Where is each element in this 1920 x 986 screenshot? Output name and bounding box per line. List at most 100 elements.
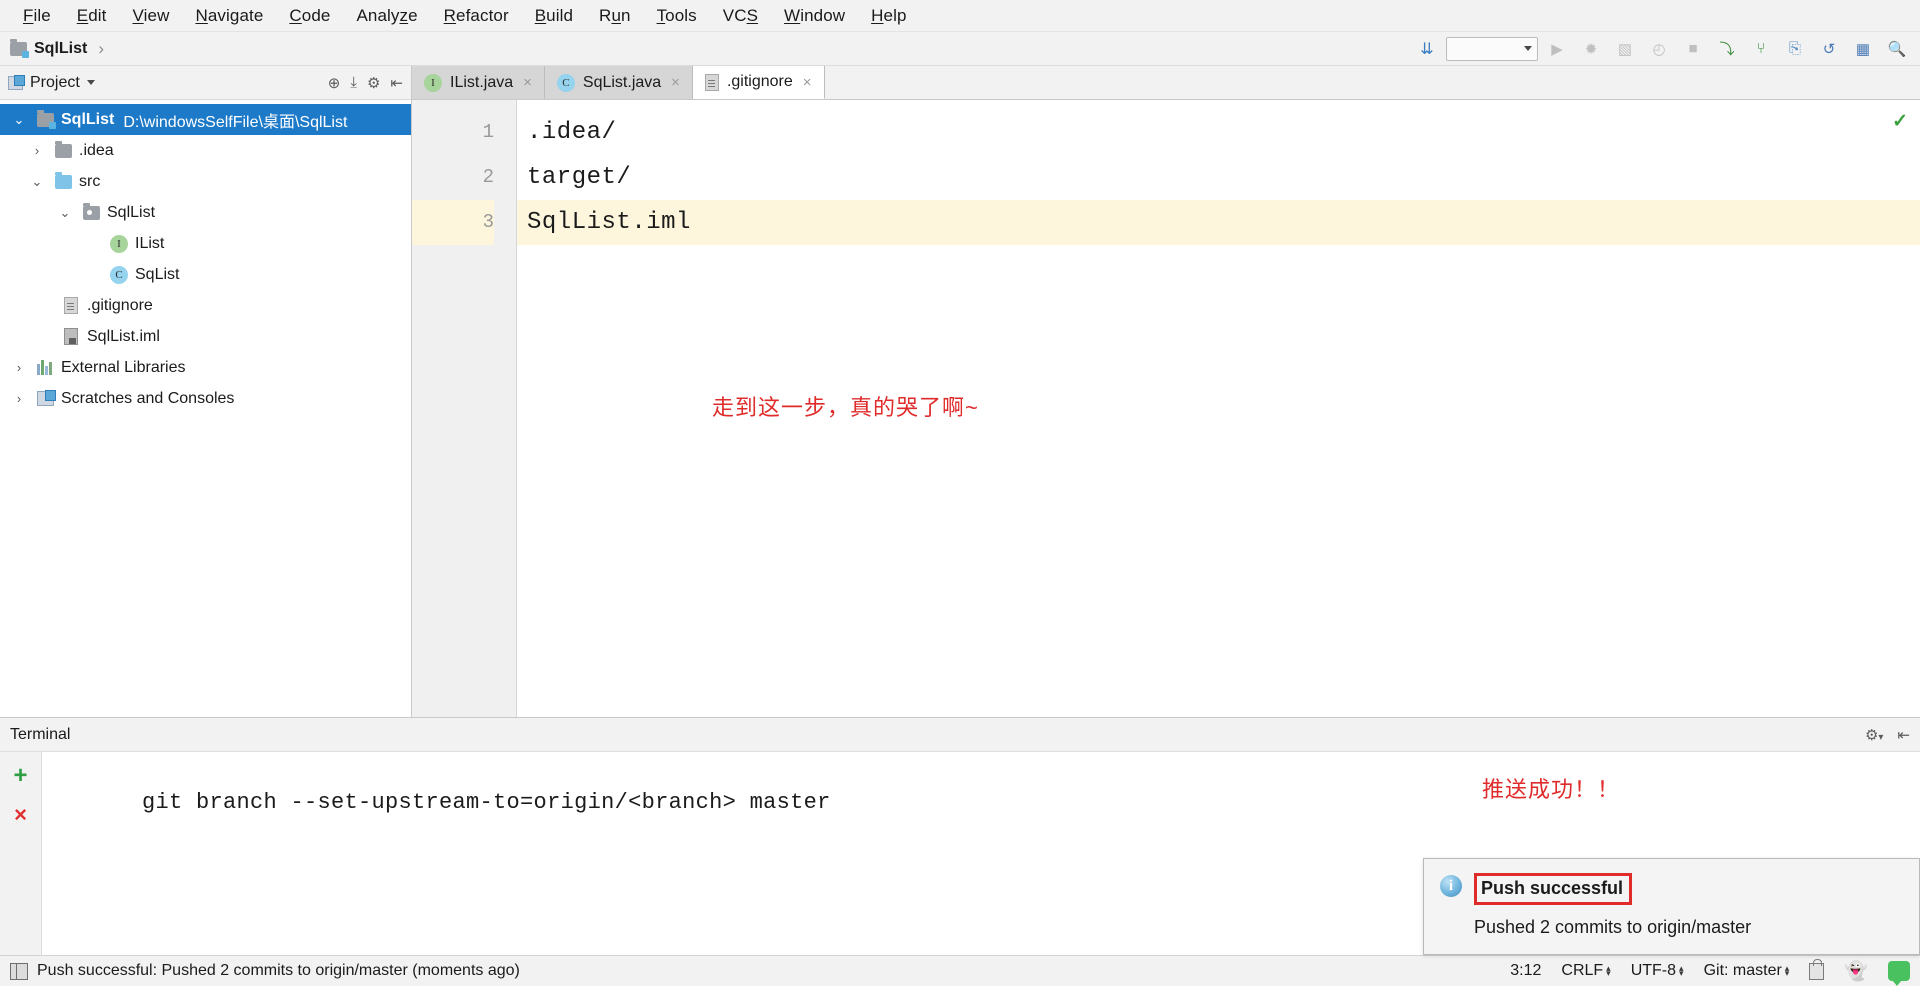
menu-run[interactable]: Run bbox=[586, 3, 644, 29]
commit-icon[interactable]: ⑂ bbox=[1746, 36, 1776, 62]
run-icon[interactable]: ▶ bbox=[1542, 36, 1572, 62]
ide-window: File Edit View Navigate Code Analyze Ref… bbox=[0, 0, 1920, 986]
notification-message: Pushed 2 commits to origin/master bbox=[1474, 917, 1752, 937]
line-separator-selector[interactable]: CRLF ▴ ▾ bbox=[1561, 962, 1610, 980]
caret-position[interactable]: 3:12 bbox=[1510, 962, 1541, 980]
hide-icon[interactable]: ⇤ bbox=[1897, 726, 1910, 744]
sort-alphabetically-icon[interactable]: ⇊ bbox=[1412, 36, 1442, 62]
feedback-icon[interactable] bbox=[1888, 961, 1910, 986]
inspection-ok-icon[interactable]: ✓ bbox=[1892, 110, 1908, 133]
project-panel-title[interactable]: Project bbox=[30, 74, 80, 92]
folder-icon bbox=[50, 140, 76, 158]
project-view-icon bbox=[8, 74, 25, 90]
push-icon[interactable]: ⎘ bbox=[1780, 36, 1810, 62]
tree-item-sqllist-root[interactable]: ⌄ SqlList D:\windowsSelfFile\桌面\SqlList bbox=[0, 104, 411, 135]
updown-icon: ▴ ▾ bbox=[1784, 963, 1790, 978]
project-tool-window: Project ⊕ ⤓ ⚙ ⇤ ⌄ SqlList D:\windowsSelf… bbox=[0, 66, 412, 717]
menu-tools[interactable]: Tools bbox=[644, 3, 710, 29]
tab-sqlist-java[interactable]: C SqList.java × bbox=[544, 66, 693, 99]
menu-code[interactable]: Code bbox=[276, 3, 343, 29]
close-icon[interactable]: × bbox=[803, 74, 812, 91]
close-tab-icon[interactable]: × bbox=[14, 804, 27, 826]
tree-label-external-libraries: External Libraries bbox=[61, 358, 186, 376]
menu-refactor[interactable]: Refactor bbox=[431, 3, 522, 29]
breadcrumb-project[interactable]: SqlList bbox=[34, 40, 87, 58]
lock-icon[interactable] bbox=[1809, 958, 1825, 980]
project-tree: ⌄ SqlList D:\windowsSelfFile\桌面\SqlList … bbox=[0, 100, 411, 717]
tree-item-src[interactable]: ⌄ src bbox=[0, 166, 411, 197]
update-project-icon[interactable]: ⤵ bbox=[1712, 36, 1742, 62]
chevron-down-icon bbox=[1524, 46, 1532, 51]
push-notification-balloon[interactable]: i Push successful Pushed 2 commits to or… bbox=[1423, 858, 1920, 955]
menu-window[interactable]: Window bbox=[771, 3, 858, 29]
gear-icon[interactable]: ⚙▾ bbox=[1865, 726, 1883, 744]
encoding-selector[interactable]: UTF-8 ▴ ▾ bbox=[1631, 962, 1684, 980]
menu-analyze[interactable]: Analyze bbox=[343, 3, 430, 29]
editor-body[interactable]: 1 2 3 .idea/ target/ SqlList.iml 走到这一步，真… bbox=[412, 100, 1920, 717]
chevron-right-icon[interactable]: › bbox=[6, 391, 32, 406]
git-branch-value: Git: master bbox=[1703, 962, 1782, 979]
menu-build[interactable]: Build bbox=[522, 3, 586, 29]
menu-view[interactable]: View bbox=[120, 3, 183, 29]
updown-icon: ▴ ▾ bbox=[1606, 963, 1611, 978]
scratches-icon bbox=[32, 390, 58, 406]
terminal-side-toolbar: + × bbox=[0, 752, 42, 955]
tree-item-gitignore[interactable]: .gitignore bbox=[0, 290, 411, 321]
run-configuration-selector[interactable] bbox=[1446, 36, 1538, 61]
tab-label: IList.java bbox=[450, 73, 514, 91]
chevron-down-icon[interactable]: ⌄ bbox=[52, 205, 78, 221]
tree-item-sqlist-class[interactable]: C SqList bbox=[0, 259, 411, 290]
git-branch-widget[interactable]: Git: master ▴ ▾ bbox=[1704, 962, 1790, 980]
profiler-icon[interactable]: ◴ bbox=[1644, 36, 1674, 62]
status-message[interactable]: Push successful: Pushed 2 commits to ori… bbox=[37, 962, 520, 980]
settings-icon[interactable]: ⚙ bbox=[367, 74, 380, 92]
tree-item-ilist[interactable]: I IList bbox=[0, 228, 411, 259]
collapse-all-icon[interactable]: ⤓ bbox=[350, 74, 357, 91]
file-icon bbox=[704, 73, 719, 91]
chevron-right-icon[interactable]: › bbox=[24, 143, 50, 158]
search-everywhere-icon[interactable]: 🔍 bbox=[1882, 36, 1912, 62]
locate-icon[interactable]: ⊕ bbox=[328, 74, 341, 92]
chevron-right-icon[interactable]: › bbox=[6, 360, 32, 375]
code-line[interactable]: .idea/ bbox=[517, 110, 1920, 155]
ghost-icon[interactable]: 👻 bbox=[1844, 959, 1868, 983]
code-content[interactable]: .idea/ target/ SqlList.iml 走到这一步，真的哭了啊~ … bbox=[517, 100, 1920, 717]
event-log-icon[interactable] bbox=[10, 962, 28, 980]
breadcrumb[interactable]: SqlList › bbox=[10, 38, 104, 59]
code-line[interactable]: target/ bbox=[517, 155, 1920, 200]
chevron-down-icon[interactable]: ⌄ bbox=[24, 174, 50, 190]
tree-label-sqlist-class: SqList bbox=[135, 265, 180, 283]
hide-icon[interactable]: ⇤ bbox=[390, 74, 403, 92]
tree-item-package-sqllist[interactable]: ⌄ SqlList bbox=[0, 197, 411, 228]
menu-vcs[interactable]: VCS bbox=[710, 3, 771, 29]
tree-item-external-libraries[interactable]: › External Libraries bbox=[0, 352, 411, 383]
chevron-down-icon[interactable]: ⌄ bbox=[6, 112, 32, 128]
debug-icon[interactable]: ✹ bbox=[1576, 36, 1606, 62]
chevron-down-icon[interactable] bbox=[86, 80, 95, 85]
close-icon[interactable]: × bbox=[671, 74, 680, 91]
tab-gitignore[interactable]: .gitignore × bbox=[692, 66, 825, 99]
undo-icon[interactable]: ↺ bbox=[1814, 36, 1844, 62]
tree-item-scratches[interactable]: › Scratches and Consoles bbox=[0, 383, 411, 414]
menu-help[interactable]: Help bbox=[858, 3, 919, 29]
code-line[interactable]: SqlList.iml bbox=[517, 200, 1920, 245]
line-number-gutter: 1 2 3 bbox=[412, 100, 517, 717]
line-number: 1 bbox=[482, 121, 494, 143]
stop-icon[interactable]: ■ bbox=[1678, 36, 1708, 62]
tree-item-idea[interactable]: › .idea bbox=[0, 135, 411, 166]
close-icon[interactable]: × bbox=[523, 74, 532, 91]
tree-label-ilist: IList bbox=[135, 234, 165, 252]
tree-label-src: src bbox=[79, 172, 101, 190]
menu-navigate[interactable]: Navigate bbox=[182, 3, 276, 29]
menu-file[interactable]: File bbox=[10, 3, 64, 29]
terminal-title[interactable]: Terminal bbox=[10, 726, 70, 744]
project-folder-icon bbox=[10, 38, 29, 58]
class-icon: C bbox=[106, 265, 132, 284]
layout-icon[interactable]: ▦ bbox=[1848, 36, 1878, 62]
coverage-icon[interactable]: ▧ bbox=[1610, 36, 1640, 62]
menu-edit[interactable]: Edit bbox=[64, 3, 120, 29]
tab-ilist-java[interactable]: I IList.java × bbox=[412, 66, 545, 99]
tree-item-iml[interactable]: SqlList.iml bbox=[0, 321, 411, 352]
add-tab-icon[interactable]: + bbox=[13, 764, 27, 788]
file-icon bbox=[58, 297, 84, 314]
